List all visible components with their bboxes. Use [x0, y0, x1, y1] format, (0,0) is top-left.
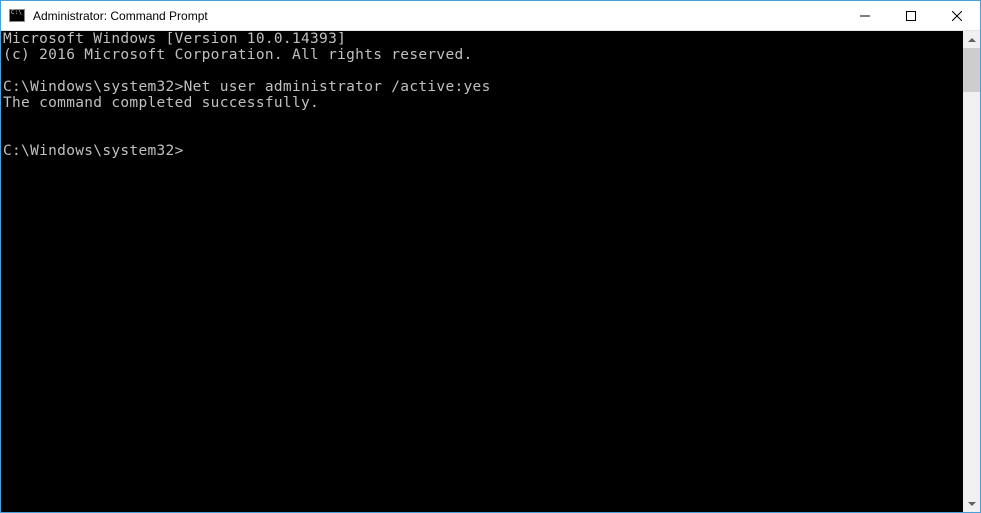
minimize-button[interactable] — [842, 1, 888, 30]
scroll-track[interactable] — [963, 48, 980, 495]
window-title: Administrator: Command Prompt — [31, 9, 842, 23]
close-button[interactable] — [934, 1, 980, 30]
maximize-button[interactable] — [888, 1, 934, 30]
scroll-thumb[interactable] — [963, 48, 980, 92]
window-controls — [842, 1, 980, 30]
window: Administrator: Command Prompt Microsoft … — [0, 0, 981, 513]
chevron-down-icon — [968, 502, 976, 506]
vertical-scrollbar[interactable] — [963, 31, 980, 512]
maximize-icon — [906, 11, 916, 21]
cmd-icon — [9, 9, 25, 22]
terminal-output[interactable]: Microsoft Windows [Version 10.0.14393] (… — [1, 31, 963, 512]
titlebar[interactable]: Administrator: Command Prompt — [1, 1, 980, 31]
close-icon — [952, 11, 962, 21]
client-area: Microsoft Windows [Version 10.0.14393] (… — [1, 31, 980, 512]
scroll-down-button[interactable] — [963, 495, 980, 512]
scroll-up-button[interactable] — [963, 31, 980, 48]
chevron-up-icon — [968, 38, 976, 42]
minimize-icon — [860, 11, 870, 21]
app-icon — [9, 8, 25, 24]
